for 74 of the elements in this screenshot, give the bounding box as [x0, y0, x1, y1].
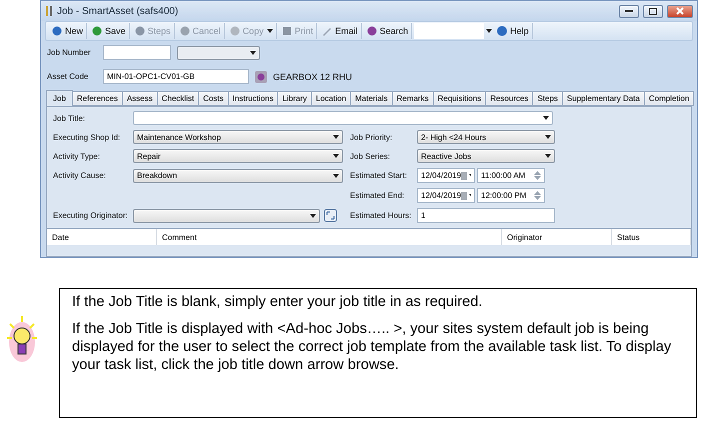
dropdown-arrow-icon[interactable]	[545, 135, 551, 139]
help-button[interactable]: Help	[494, 23, 533, 39]
dropdown[interactable]: Breakdown	[133, 168, 343, 182]
time-picker[interactable]: 11:00:00 AM	[477, 168, 545, 183]
field-label: Job Title:	[53, 114, 86, 122]
tab[interactable]: Steps	[532, 91, 563, 106]
minimize-button[interactable]	[619, 4, 639, 18]
minimize-icon	[625, 10, 633, 12]
dropdown-arrow-icon[interactable]	[486, 29, 492, 33]
maximize-icon	[649, 8, 657, 14]
printer-icon	[282, 26, 292, 36]
asset-name: GEARBOX 12 RHU	[273, 72, 352, 82]
field-label: Job Priority:	[350, 132, 394, 142]
dropdown[interactable]: 2- High <24 Hours	[417, 130, 555, 144]
column-header[interactable]: Date	[47, 229, 157, 245]
dropdown-arrow-icon[interactable]	[543, 116, 549, 120]
close-icon	[676, 7, 684, 15]
column-header[interactable]: Originator	[502, 229, 612, 245]
toolbar-button[interactable]: Save	[89, 23, 130, 39]
window-title: Job - SmartAsset (safs400)	[57, 6, 180, 16]
tab[interactable]: Materials	[350, 91, 393, 106]
tab[interactable]: Resources	[485, 91, 534, 106]
toolbar-button[interactable]: Email	[319, 23, 362, 39]
column-header[interactable]: Comment	[157, 229, 502, 245]
note-paragraph: If the Job Title is displayed with <Ad-hoc Jobs….. >, your sites system default job is being displayed for the user to select the correct job template from the available task list. To display your task list, click the job title down arrow browse.	[72, 320, 672, 374]
time-picker[interactable]: 12:00:00 PM	[477, 188, 545, 203]
job-number-field[interactable]	[103, 45, 171, 60]
toolbar-button[interactable]: New	[49, 23, 88, 39]
maximize-button[interactable]	[643, 4, 663, 18]
dropdown-arrow-icon[interactable]	[545, 154, 551, 158]
field-label: Estimated Hours:	[350, 211, 412, 220]
tab[interactable]: Checklist	[156, 91, 200, 106]
dropdown[interactable]: Repair	[133, 149, 343, 163]
lookup-icon[interactable]	[255, 70, 267, 82]
note-paragraph: If the Job Title is blank, simply enter your job title in as required.	[72, 293, 484, 311]
field-label: Job Number	[47, 48, 92, 57]
tab[interactable]: Location	[310, 91, 352, 106]
date-picker[interactable]: 12/04/2019	[417, 188, 475, 203]
dropdown-arrow-icon[interactable]	[333, 135, 339, 139]
field-label: Estimated End:	[350, 191, 406, 200]
tab[interactable]: Remarks	[392, 91, 434, 106]
app-icon	[45, 5, 53, 17]
dropdown-arrow-icon[interactable]	[333, 154, 339, 158]
tab[interactable]: Assess	[122, 91, 158, 106]
field-label: Activity Type:	[53, 152, 101, 160]
toolbar-button[interactable]: Search	[364, 23, 412, 39]
pencil-icon	[322, 26, 332, 36]
column-header[interactable]: Status	[612, 229, 691, 245]
estimated-hours-field[interactable]: 1	[417, 208, 555, 223]
tab[interactable]: Instructions	[228, 91, 278, 106]
tab[interactable]: Job	[46, 90, 73, 106]
field-label: Executing Originator:	[53, 211, 129, 220]
dropdown[interactable]: Reactive Jobs	[417, 149, 555, 163]
search-field[interactable]	[414, 23, 484, 39]
field-label: Job Series:	[350, 152, 392, 160]
field-label: Executing Shop Id:	[53, 132, 122, 142]
dropdown-arrow-icon[interactable]	[310, 214, 316, 218]
field-label: Activity Cause:	[53, 171, 107, 180]
tab[interactable]: Supplementary Data	[562, 91, 645, 106]
tab[interactable]: Costs	[198, 91, 229, 106]
tab[interactable]: Completion	[644, 91, 694, 106]
dropdown[interactable]: Maintenance Workshop	[133, 130, 343, 144]
expand-icon[interactable]	[324, 209, 337, 222]
circle-icon	[230, 26, 240, 36]
asset-code-field[interactable]: MIN-01-OPC1-CV01-GB	[103, 69, 249, 84]
tab[interactable]: Requisitions	[432, 91, 486, 106]
tab[interactable]: Library	[277, 91, 312, 106]
tab[interactable]: References	[72, 91, 123, 106]
field-label: Estimated Start:	[350, 171, 408, 180]
field-label: Asset Code	[47, 72, 90, 81]
dropdown-arrow-icon[interactable]	[250, 50, 256, 54]
date-picker[interactable]: 12/04/2019	[417, 168, 475, 183]
dropdown-arrow-icon[interactable]	[333, 174, 339, 178]
close-button[interactable]	[667, 4, 693, 18]
